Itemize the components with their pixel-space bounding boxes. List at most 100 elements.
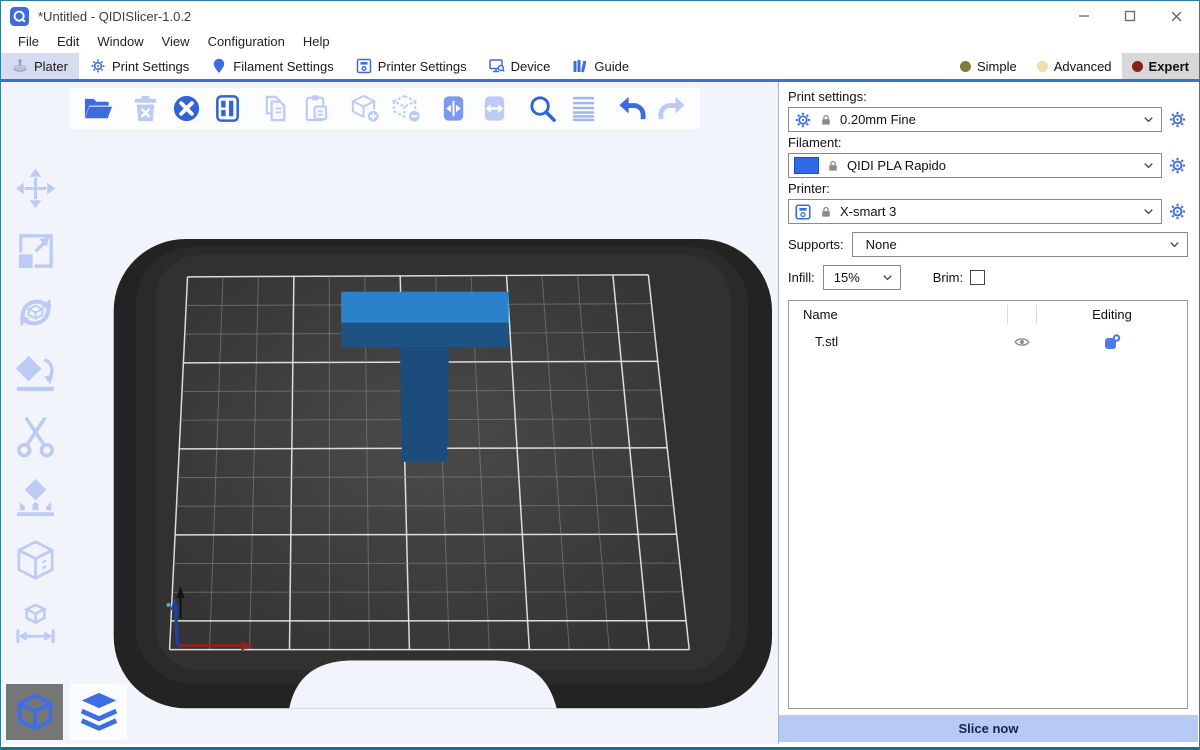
tab-guide-label: Guide [594, 59, 629, 74]
filament-value: QIDI PLA Rapido [847, 158, 946, 173]
edit-printer-button[interactable] [1166, 199, 1188, 224]
search-button[interactable] [526, 92, 559, 125]
print-settings-value: 0.20mm Fine [840, 112, 916, 127]
tab-print-settings[interactable]: Print Settings [79, 53, 200, 79]
3d-viewport-canvas[interactable] [2, 82, 778, 744]
minimize-button[interactable] [1061, 1, 1107, 31]
tab-device[interactable]: Device [478, 53, 562, 79]
edit-filament-button[interactable] [1166, 153, 1188, 178]
brim-checkbox[interactable] [970, 270, 985, 285]
variable-layer-height-button[interactable] [567, 92, 600, 125]
3d-viewport[interactable] [2, 82, 778, 744]
gear-icon [1168, 110, 1187, 129]
tab-filament-settings[interactable]: Filament Settings [200, 53, 344, 79]
infill-combo[interactable]: 15% [823, 265, 901, 290]
filament-combo[interactable]: QIDI PLA Rapido [788, 153, 1162, 178]
app-logo-icon [10, 7, 29, 26]
rotate-tool-button[interactable] [8, 288, 62, 336]
simple-dot-icon [960, 61, 971, 72]
delete-all-button[interactable] [170, 92, 203, 125]
search-icon [527, 93, 558, 124]
maximize-icon [1124, 10, 1136, 22]
split-to-objects-icon [438, 93, 469, 124]
redo-button[interactable] [656, 92, 689, 125]
copy-button[interactable] [259, 92, 292, 125]
supports-label: Supports: [788, 237, 844, 252]
printer-icon [356, 58, 372, 74]
add-instance-icon [349, 93, 380, 124]
tab-printer-settings[interactable]: Printer Settings [345, 53, 478, 79]
window-title: *Untitled - QIDISlicer-1.0.2 [38, 9, 191, 24]
print-settings-combo[interactable]: 0.20mm Fine [788, 107, 1162, 132]
cut-tool-button[interactable] [8, 412, 62, 460]
tab-device-label: Device [511, 59, 551, 74]
chevron-down-icon [880, 270, 895, 285]
title-bar[interactable]: *Untitled - QIDISlicer-1.0.2 [1, 1, 1199, 31]
advanced-dot-icon [1037, 61, 1048, 72]
place-on-face-tool-button[interactable] [8, 350, 62, 398]
menu-view[interactable]: View [153, 31, 199, 53]
move-tool-button[interactable] [8, 164, 62, 212]
lock-icon [826, 159, 840, 173]
scale-tool-button[interactable] [8, 226, 62, 274]
split-to-objects-button[interactable] [437, 92, 470, 125]
3d-editor-view-button[interactable] [6, 684, 63, 740]
infill-label: Infill: [788, 270, 815, 285]
mode-simple[interactable]: Simple [950, 53, 1027, 79]
add-instance-button[interactable] [348, 92, 381, 125]
mode-advanced-label: Advanced [1054, 59, 1112, 74]
filament-color-swatch [794, 157, 819, 174]
gear-icon [90, 58, 106, 74]
mode-expert[interactable]: Expert [1122, 53, 1199, 79]
undo-button[interactable] [615, 92, 648, 125]
editing-state[interactable] [1037, 333, 1187, 351]
printer-icon [794, 203, 812, 221]
layer-height-icon [568, 93, 599, 124]
tab-plater[interactable]: Plater [1, 53, 79, 79]
copy-icon [260, 93, 291, 124]
seam-painting-tool-button[interactable] [8, 536, 62, 584]
scale-icon [12, 227, 59, 274]
filament-label: Filament: [788, 135, 1188, 150]
measure-icon [12, 599, 59, 646]
paste-button[interactable] [300, 92, 333, 125]
supports-value: None [866, 237, 897, 252]
left-toolbar [8, 164, 62, 646]
maximize-button[interactable] [1107, 1, 1153, 31]
top-toolbar [70, 88, 700, 129]
move-icon [12, 165, 59, 212]
redo-icon [657, 93, 688, 124]
open-button[interactable] [81, 92, 114, 125]
preview-layers-view-button[interactable] [70, 684, 127, 740]
delete-button[interactable] [129, 92, 162, 125]
tab-guide[interactable]: Guide [561, 53, 640, 79]
slice-now-button[interactable]: Slice now [779, 715, 1198, 742]
view-toggles [6, 684, 127, 740]
menu-file[interactable]: File [9, 31, 48, 53]
minimize-icon [1078, 10, 1090, 22]
arrange-button[interactable] [211, 92, 244, 125]
paint-on-supports-tool-button[interactable] [8, 474, 62, 522]
remove-instance-button[interactable] [389, 92, 422, 125]
infill-value: 15% [834, 270, 860, 285]
open-folder-icon [82, 93, 113, 124]
visibility-toggle[interactable] [1007, 333, 1037, 351]
edit-print-settings-button[interactable] [1166, 107, 1188, 132]
menu-configuration[interactable]: Configuration [199, 31, 294, 53]
menu-edit[interactable]: Edit [48, 31, 88, 53]
close-button[interactable] [1153, 1, 1199, 31]
printer-combo[interactable]: X-smart 3 [788, 199, 1162, 224]
chevron-down-icon [1141, 204, 1156, 219]
menu-window[interactable]: Window [88, 31, 152, 53]
layers-stack-icon [76, 689, 122, 735]
menu-bar: File Edit Window View Configuration Help [1, 31, 1199, 53]
split-to-parts-button[interactable] [478, 92, 511, 125]
tab-bar: Plater Print Settings Filament Settings … [1, 53, 1199, 82]
mode-advanced[interactable]: Advanced [1027, 53, 1122, 79]
measure-tool-button[interactable] [8, 598, 62, 646]
column-header-visibility [1007, 305, 1037, 324]
gear-icon [1168, 156, 1187, 175]
object-list-row[interactable]: T.stl [789, 327, 1187, 356]
menu-help[interactable]: Help [294, 31, 339, 53]
supports-combo[interactable]: None [852, 232, 1188, 257]
